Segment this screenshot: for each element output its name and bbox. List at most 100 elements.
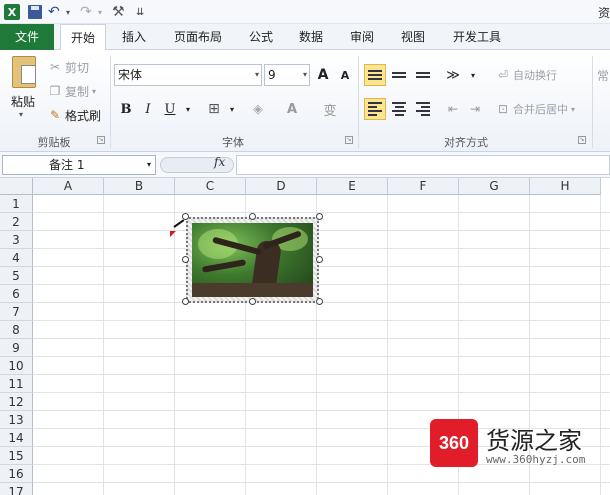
tab-home[interactable]: 开始: [60, 24, 106, 51]
orientation-dropdown-icon[interactable]: ▾: [462, 64, 484, 86]
decrease-indent-icon[interactable]: ⇤: [442, 98, 464, 120]
tab-page-layout[interactable]: 页面布局: [164, 24, 232, 50]
copy-label: 复制: [65, 84, 90, 99]
bold-button[interactable]: B: [116, 99, 136, 119]
row-header-8[interactable]: 8: [0, 321, 33, 339]
borders-icon[interactable]: ⊞: [204, 99, 224, 119]
cut-button[interactable]: ✂ 剪切: [48, 58, 89, 76]
tab-insert[interactable]: 插入: [112, 24, 156, 50]
column-header-a[interactable]: A: [33, 178, 104, 195]
tab-review[interactable]: 审阅: [340, 24, 384, 50]
phonetic-button[interactable]: 变: [320, 99, 340, 119]
name-box[interactable]: 备注 1 ▾: [2, 155, 156, 175]
comment-picture[interactable]: [186, 217, 319, 303]
grid-hline: [33, 410, 610, 411]
insert-function-icon[interactable]: fx: [214, 155, 225, 169]
copy-dropdown-icon: ▾: [92, 86, 97, 96]
redo-icon[interactable]: ↷: [80, 3, 92, 21]
row-header-3[interactable]: 3: [0, 231, 33, 249]
grow-font-button[interactable]: A: [313, 65, 333, 85]
resize-handle[interactable]: [316, 213, 323, 220]
increase-indent-icon[interactable]: ⇥: [464, 98, 486, 120]
row-header-15[interactable]: 15: [0, 447, 33, 465]
comment-indicator[interactable]: [170, 231, 176, 237]
tools-icon[interactable]: ⚒: [112, 3, 125, 21]
row-header-16[interactable]: 16: [0, 465, 33, 483]
select-all-corner[interactable]: [0, 178, 33, 195]
copy-button[interactable]: ❐ 复制 ▾: [48, 82, 96, 100]
merge-center-button[interactable]: ⊡ 合并后居中 ▾: [496, 100, 575, 118]
format-painter-button[interactable]: ✎ 格式刷: [48, 106, 101, 124]
align-center-button[interactable]: [388, 98, 410, 120]
fill-color-icon[interactable]: ◈: [248, 99, 268, 119]
align-middle-button[interactable]: [388, 64, 410, 86]
align-left-icon: [368, 102, 382, 116]
column-header-d[interactable]: D: [246, 178, 317, 195]
wrap-text-button[interactable]: ⏎ 自动换行: [496, 66, 557, 84]
formula-input[interactable]: [236, 155, 610, 175]
shrink-font-button[interactable]: A: [335, 65, 355, 85]
paste-button[interactable]: 粘贴: [11, 93, 35, 110]
align-bottom-icon: [416, 72, 430, 78]
font-color-button[interactable]: A: [282, 99, 302, 119]
customize-toolbar-icon[interactable]: ⇊: [136, 3, 144, 21]
orientation-icon[interactable]: ≫: [442, 64, 464, 86]
tab-file[interactable]: 文件: [0, 24, 54, 50]
row-header-9[interactable]: 9: [0, 339, 33, 357]
row-header-1[interactable]: 1: [0, 195, 33, 213]
column-header-f[interactable]: F: [388, 178, 459, 195]
row-header-12[interactable]: 12: [0, 393, 33, 411]
save-icon[interactable]: [28, 5, 42, 19]
row-header-11[interactable]: 11: [0, 375, 33, 393]
paste-icon[interactable]: [12, 56, 36, 88]
font-size-combo[interactable]: 9 ▾: [264, 64, 310, 86]
align-top-button[interactable]: [364, 64, 386, 86]
column-header-g[interactable]: G: [459, 178, 530, 195]
column-header-c[interactable]: C: [175, 178, 246, 195]
row-header-17[interactable]: 17: [0, 483, 33, 495]
tab-developer[interactable]: 开发工具: [444, 24, 510, 50]
resize-handle[interactable]: [316, 298, 323, 305]
align-left-button[interactable]: [364, 98, 386, 120]
italic-button[interactable]: I: [138, 99, 158, 119]
row-header-2[interactable]: 2: [0, 213, 33, 231]
row-header-10[interactable]: 10: [0, 357, 33, 375]
tab-formulas[interactable]: 公式: [240, 24, 282, 50]
resize-handle[interactable]: [182, 256, 189, 263]
paste-dropdown-icon[interactable]: ▾: [19, 110, 23, 119]
underline-icon: U: [164, 101, 176, 117]
undo-dropdown-icon[interactable]: ▾: [66, 3, 70, 21]
resize-handle[interactable]: [249, 213, 256, 220]
resize-handle[interactable]: [249, 298, 256, 305]
row-header-7[interactable]: 7: [0, 303, 33, 321]
undo-icon[interactable]: ↶: [48, 3, 60, 21]
align-bottom-button[interactable]: [412, 64, 434, 86]
grid-hline: [33, 356, 610, 357]
resize-handle[interactable]: [316, 256, 323, 263]
borders-dropdown-icon[interactable]: ▾: [222, 99, 242, 119]
resize-handle[interactable]: [182, 298, 189, 305]
row-header-5[interactable]: 5: [0, 267, 33, 285]
column-header-e[interactable]: E: [317, 178, 388, 195]
underline-dropdown-icon[interactable]: ▾: [178, 99, 198, 119]
resize-handle[interactable]: [182, 213, 189, 220]
grid-hline: [33, 266, 610, 267]
tab-data[interactable]: 数据: [290, 24, 332, 50]
align-right-button[interactable]: [412, 98, 434, 120]
redo-dropdown-icon[interactable]: ▾: [98, 3, 102, 21]
row-header-14[interactable]: 14: [0, 429, 33, 447]
number-format-combo[interactable]: 常: [597, 66, 609, 84]
grid-hline: [33, 248, 610, 249]
align-right-icon: [416, 102, 430, 116]
underline-button[interactable]: U: [160, 99, 180, 119]
row-header-4[interactable]: 4: [0, 249, 33, 267]
row-header-13[interactable]: 13: [0, 411, 33, 429]
clipboard-launcher-icon[interactable]: ↘: [97, 136, 105, 144]
font-name-combo[interactable]: 宋体 ▾: [114, 64, 262, 86]
row-header-6[interactable]: 6: [0, 285, 33, 303]
column-header-h[interactable]: H: [530, 178, 601, 195]
column-header-b[interactable]: B: [104, 178, 175, 195]
alignment-launcher-icon[interactable]: ↘: [578, 136, 586, 144]
tab-view[interactable]: 视图: [392, 24, 434, 50]
font-launcher-icon[interactable]: ↘: [345, 136, 353, 144]
